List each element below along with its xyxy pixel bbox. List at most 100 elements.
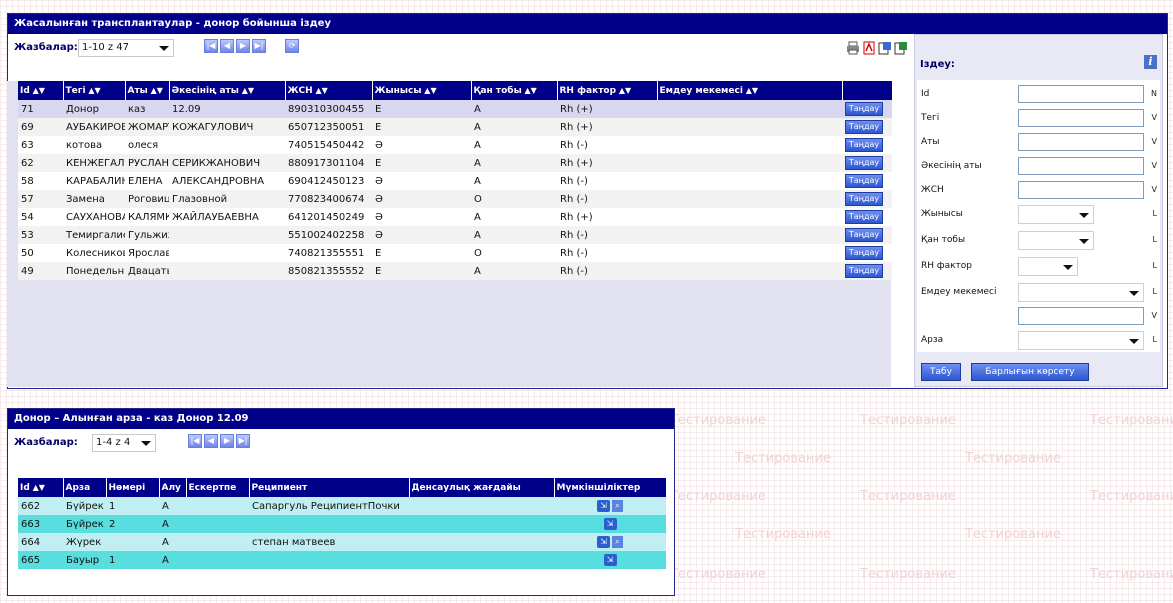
field-type-indicator: L [1152, 287, 1157, 296]
find-button[interactable]: Табу [921, 363, 961, 381]
column-header[interactable]: Id ▲▼ [18, 478, 64, 497]
table-row[interactable]: 57ЗаменаРоговицыГлазовной770823400674ӘOR… [18, 190, 892, 208]
select-button[interactable]: Таңдау [845, 120, 883, 134]
cell-id: 62 [18, 154, 63, 172]
sort-icon[interactable]: ▲▼ [239, 86, 254, 95]
search-select[interactable] [1018, 257, 1078, 276]
open-record-icon[interactable]: ⇲ [603, 554, 617, 566]
table-row[interactable]: 63 котова олеся 740515450442 Ә А Rh (-) Таңдау [18, 136, 892, 154]
search-field-label: Тегі [921, 113, 940, 123]
select-button[interactable]: Таңдау [845, 210, 883, 224]
first-page-icon[interactable]: |◀ [204, 39, 218, 53]
sort-icon[interactable]: ▲▼ [422, 86, 436, 95]
sort-icon[interactable]: ▲▼ [148, 86, 163, 95]
column-header-label: Мүмкіншіліктер [556, 482, 641, 493]
last-page-icon[interactable]: ▶| [252, 39, 266, 53]
watermark-text: Тестирование [670, 567, 766, 582]
word-export-icon[interactable] [878, 41, 892, 55]
search-field-label: Арза [921, 335, 944, 345]
pdf-icon[interactable] [862, 41, 876, 55]
info-icon[interactable]: i [1144, 55, 1157, 69]
search-icon[interactable]: ⌕ [612, 500, 623, 512]
cell-blood: А [471, 208, 557, 226]
table-row[interactable]: 49ПонедельникДвацатый 850821355552ЕАRh (-… [18, 262, 892, 280]
records-select[interactable]: 1-10 z 47 [78, 39, 174, 57]
column-header[interactable]: Тегі ▲▼ [63, 81, 126, 100]
print-icon[interactable] [846, 41, 860, 55]
search-select[interactable] [1018, 283, 1144, 302]
sort-icon[interactable]: ▲▼ [743, 86, 758, 95]
search-select[interactable] [1018, 231, 1094, 250]
column-header[interactable]: Реципиент [249, 478, 410, 497]
table-row[interactable]: 53ТемиргалиеваГульжихан 551002402258ӘАRh … [18, 226, 892, 244]
search-input[interactable] [1018, 181, 1144, 199]
table-row[interactable]: 664 Жүрек Aстепан матвеев ⇲ ⌕ [18, 533, 666, 551]
column-header[interactable]: Емдеу мекемесі ▲▼ [657, 81, 843, 100]
sort-icon[interactable]: ▲▼ [30, 483, 45, 492]
column-header[interactable]: Жынысы ▲▼ [372, 81, 472, 100]
sort-icon[interactable]: ▲▼ [86, 86, 100, 95]
column-header[interactable]: Алу [159, 478, 187, 497]
open-record-icon[interactable]: ⇲ [597, 536, 610, 548]
select-button[interactable]: Таңдау [845, 102, 883, 116]
sort-icon[interactable]: ▲▼ [616, 86, 631, 95]
search-input[interactable] [1018, 307, 1144, 325]
next-page-icon[interactable]: ▶ [236, 39, 250, 53]
column-header[interactable]: RH фактор ▲▼ [557, 81, 658, 100]
prev-page-icon[interactable]: ◀ [220, 39, 234, 53]
column-header[interactable]: Id ▲▼ [18, 81, 64, 100]
prev-page-icon[interactable]: ◀ [204, 434, 218, 448]
last-page-icon[interactable]: ▶| [236, 434, 250, 448]
field-type-indicator: L [1152, 335, 1157, 344]
column-header[interactable]: Аты ▲▼ [125, 81, 170, 100]
search-input[interactable] [1018, 133, 1144, 151]
column-header[interactable]: Арза [63, 478, 107, 497]
table-row[interactable]: 662 Бүйрек 1 A Сапаргуль РеципиентПочки ⇲ ⌕ [18, 497, 666, 515]
table-row[interactable]: 665 Бауыр 1 A ⇲ [18, 551, 666, 569]
refresh-icon[interactable]: ⟳ [285, 39, 299, 53]
cell-action: Таңдау [842, 262, 892, 280]
select-button[interactable]: Таңдау [845, 174, 883, 188]
table-row[interactable]: 71 Донор каз 12.09 890310300455 Е А Rh (+) Таңда… [18, 100, 892, 118]
table-row[interactable]: 69АУБАКИРОВЖОМАРТКОЖАГУЛОВИЧ650712350051… [18, 118, 892, 136]
search-select[interactable] [1018, 205, 1094, 224]
column-header[interactable]: Әкесінің аты ▲▼ [169, 81, 286, 100]
sort-icon[interactable]: ▲▼ [30, 86, 45, 95]
next-page-icon[interactable]: ▶ [220, 434, 234, 448]
search-input[interactable] [1018, 109, 1144, 127]
open-record-icon[interactable]: ⇲ [603, 518, 617, 530]
sort-icon[interactable]: ▲▼ [522, 86, 537, 95]
column-header[interactable]: Нөмері [106, 478, 160, 497]
select-button[interactable]: Таңдау [845, 246, 883, 260]
table-row[interactable]: 663 Бүйрек 2 A ⇲ [18, 515, 666, 533]
search-icon[interactable]: ⌕ [612, 536, 623, 548]
column-header[interactable]: Денсаулық жағдайы [409, 478, 555, 497]
cell-id: 63 [18, 136, 63, 154]
select-button[interactable]: Таңдау [845, 156, 883, 170]
table-row[interactable]: 54САУХАНОВАКАЛЯМКАСЖАЙЛАУБАЕВНА641201450… [18, 208, 892, 226]
first-page-icon[interactable]: |◀ [188, 434, 202, 448]
show-all-button[interactable]: Барлығын көрсету [971, 363, 1089, 381]
open-record-icon[interactable]: ⇲ [597, 500, 610, 512]
sort-icon[interactable]: ▲▼ [313, 86, 327, 95]
cell-id: 69 [18, 118, 63, 136]
column-header[interactable]: ЖСН ▲▼ [285, 81, 373, 100]
column-header[interactable]: Мүмкіншіліктер [554, 478, 667, 497]
records-select[interactable]: 1-4 z 4 [92, 434, 156, 452]
select-button[interactable]: Таңдау [845, 264, 883, 278]
select-button[interactable]: Таңдау [845, 138, 883, 152]
select-button[interactable]: Таңдау [845, 192, 883, 206]
search-select[interactable] [1018, 331, 1144, 350]
table-row[interactable]: 58КАРАБАЛИНАЕЛЕНААЛЕКСАНДРОВНА6904124501… [18, 172, 892, 190]
applications-table: Id ▲▼ Арза Нөмері Алу Ескертпе Реципиент Денса… [18, 478, 667, 569]
column-header[interactable]: Ескертпе [186, 478, 250, 497]
table-row[interactable]: 50 Колесников Ярослав 740821355551 Е O Rh (-) Т… [18, 244, 892, 262]
search-input[interactable] [1018, 157, 1144, 175]
table-row[interactable]: 62КЕНЖЕГАЛИЕВРУСЛАНСЕРИКЖАНОВИЧ880917301… [18, 154, 892, 172]
column-header[interactable] [842, 81, 893, 100]
excel-export-icon[interactable] [894, 41, 908, 55]
select-button[interactable]: Таңдау [845, 228, 883, 242]
search-input[interactable] [1018, 85, 1144, 103]
cell-jsn: 650712350051 [285, 118, 372, 136]
column-header[interactable]: Қан тобы ▲▼ [471, 81, 558, 100]
